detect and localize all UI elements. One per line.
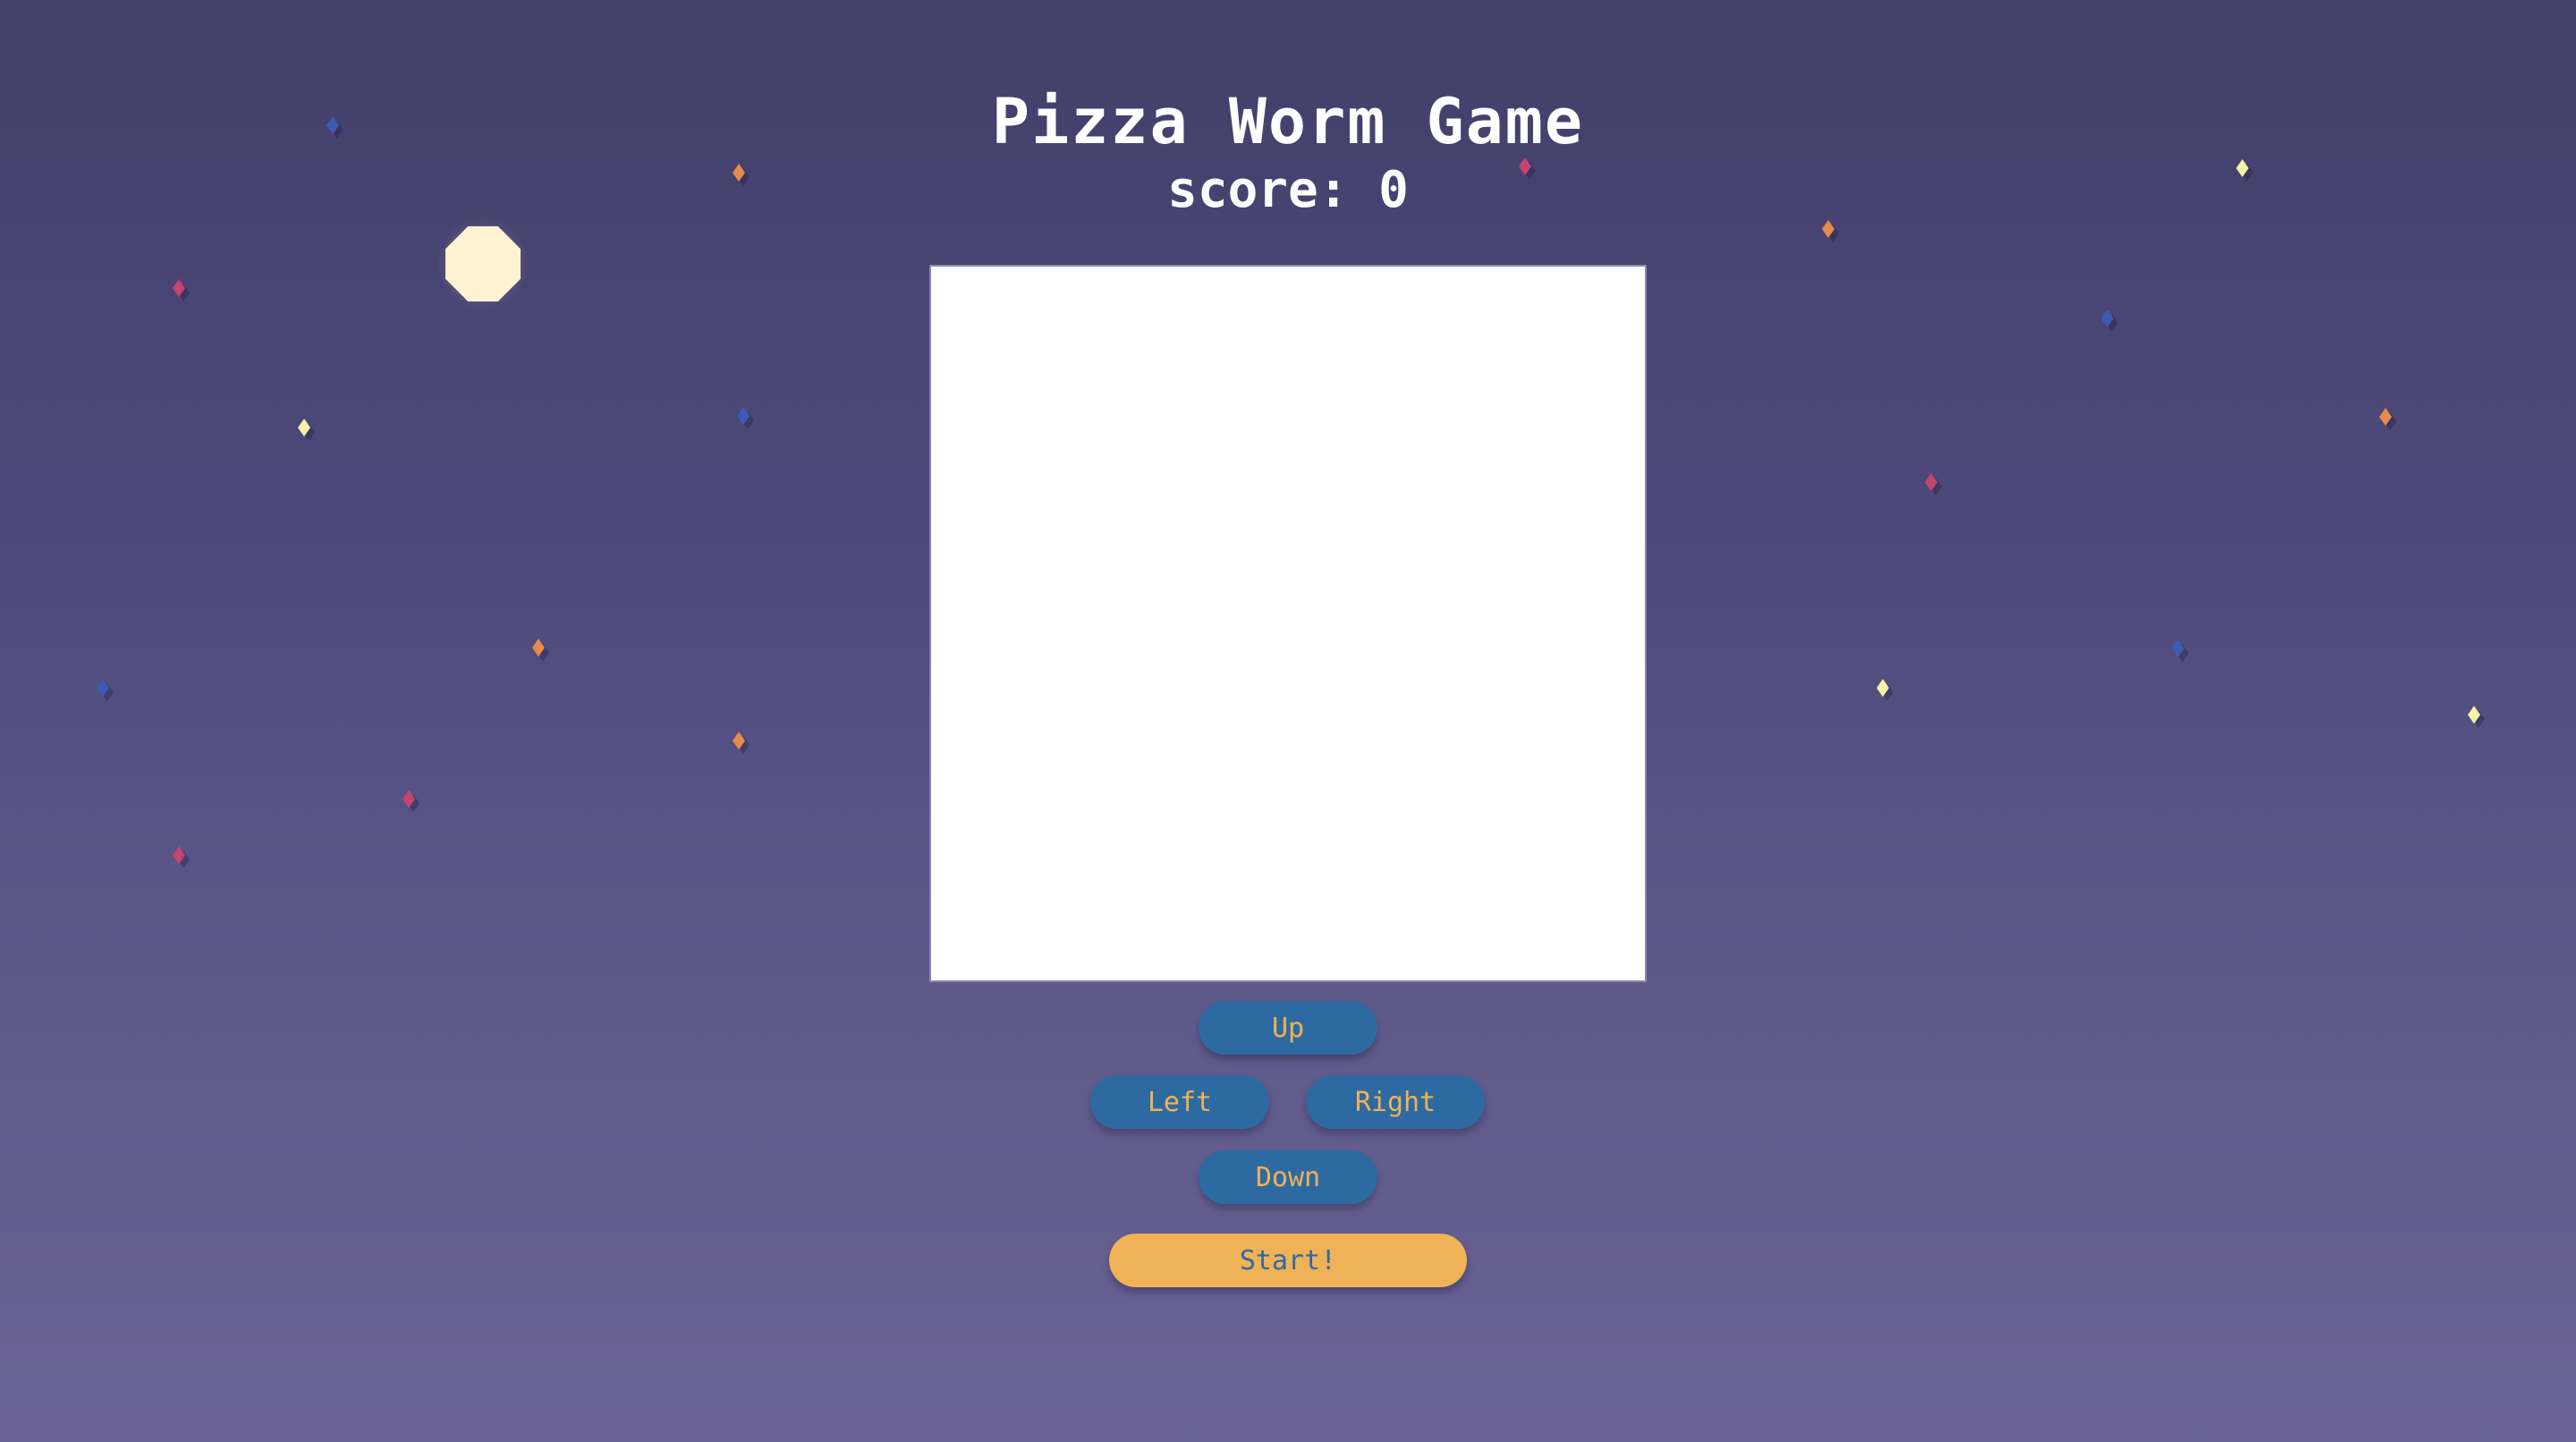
left-button[interactable]: Left xyxy=(1090,1075,1269,1129)
page-title: Pizza Worm Game xyxy=(991,84,1585,158)
down-button[interactable]: Down xyxy=(1199,1150,1377,1204)
start-button[interactable]: Start! xyxy=(1109,1234,1467,1287)
right-button[interactable]: Right xyxy=(1306,1075,1485,1129)
score-display: score: 0 xyxy=(1167,161,1409,219)
up-button[interactable]: Up xyxy=(1199,1001,1377,1055)
game-board[interactable] xyxy=(929,265,1647,982)
